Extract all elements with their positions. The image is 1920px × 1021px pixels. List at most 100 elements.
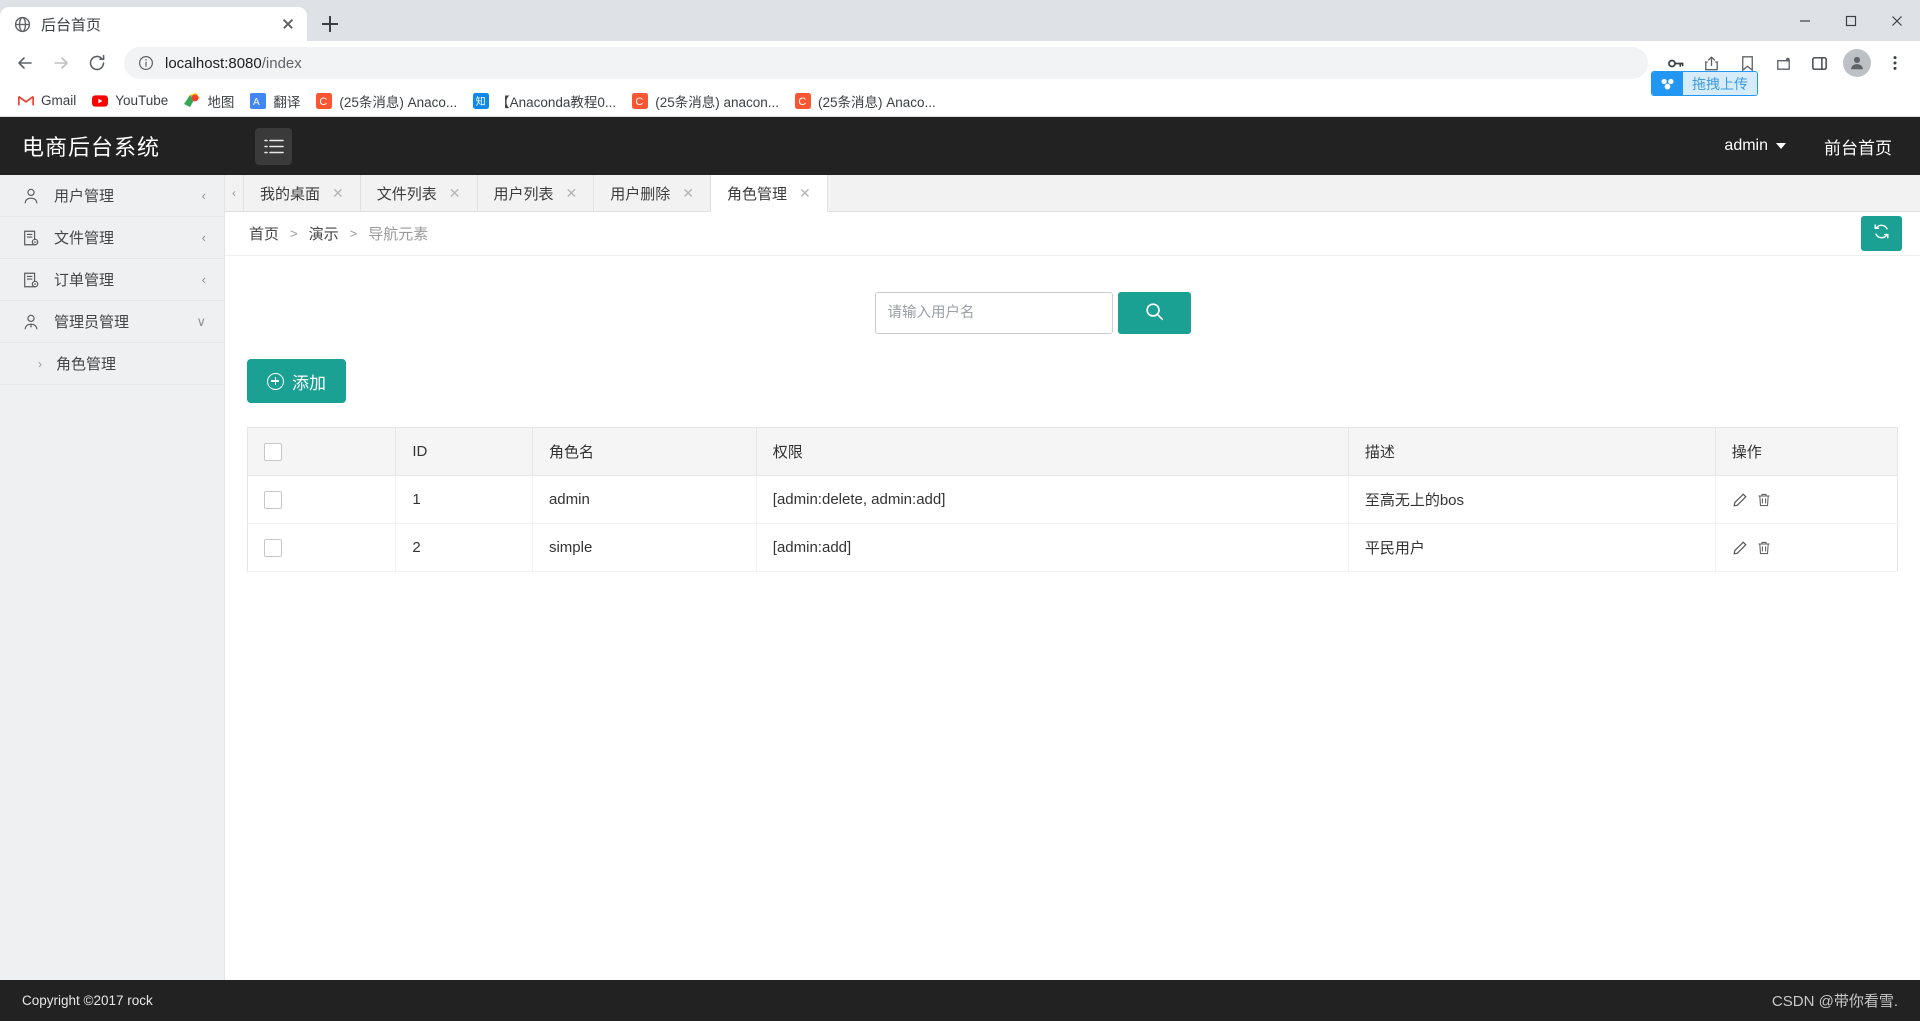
tab-label: 用户列表 bbox=[493, 185, 554, 203]
sidebar-item-user-management[interactable]: 用户管理 ‹ bbox=[0, 175, 224, 217]
plus-circle-icon bbox=[267, 372, 284, 390]
sidebar-subitem-role-management[interactable]: › 角色管理 bbox=[0, 343, 224, 385]
refresh-button[interactable] bbox=[1861, 216, 1902, 251]
tab-user-delete[interactable]: 用户删除 ✕ bbox=[594, 175, 711, 211]
extensions-icon[interactable] bbox=[1766, 46, 1800, 80]
user-icon bbox=[22, 187, 40, 205]
order-icon bbox=[22, 271, 40, 289]
chevron-down-icon bbox=[1776, 143, 1786, 149]
add-button[interactable]: 添加 bbox=[247, 359, 346, 403]
app-brand-title: 电商后台系统 bbox=[22, 135, 161, 160]
row-checkbox[interactable] bbox=[264, 490, 282, 509]
bookmark-item[interactable]: Gmail bbox=[10, 89, 84, 113]
th-role-name: 角色名 bbox=[532, 427, 757, 476]
tab-close-icon[interactable]: ✕ bbox=[566, 186, 578, 200]
sidebar-item-file-management[interactable]: 文件管理 ‹ bbox=[0, 217, 224, 259]
address-bar[interactable]: localhost:8080/index bbox=[124, 47, 1648, 79]
new-tab-button[interactable] bbox=[313, 7, 347, 41]
bookmarks-bar: Gmail YouTube 地图 A 翻译 C (25条消息) Anaco... bbox=[0, 85, 1920, 117]
breadcrumb-item-demo[interactable]: 演示 bbox=[309, 223, 339, 244]
baidu-netdisk-icon bbox=[1652, 72, 1683, 95]
add-button-label: 添加 bbox=[292, 373, 326, 393]
address-bar-url: localhost:8080/index bbox=[165, 55, 302, 72]
bookmark-label: 翻译 bbox=[273, 94, 301, 110]
bookmark-label: (25条消息) anacon... bbox=[655, 94, 780, 110]
bookmark-item[interactable]: 知 【Anaconda教程0... bbox=[465, 87, 624, 115]
file-icon bbox=[22, 229, 40, 247]
side-panel-icon[interactable] bbox=[1802, 46, 1836, 80]
sidebar-subitem-label: 角色管理 bbox=[56, 356, 117, 373]
bookmark-item[interactable]: A 翻译 bbox=[242, 87, 308, 115]
search-button[interactable] bbox=[1117, 292, 1191, 334]
search-row bbox=[247, 256, 1898, 334]
sidebar-item-admin-management[interactable]: 管理员管理 ∨ bbox=[0, 301, 224, 343]
tab-my-desktop[interactable]: 我的桌面 ✕ bbox=[244, 175, 361, 211]
bookmark-item[interactable]: C (25条消息) Anaco... bbox=[308, 87, 465, 115]
minimize-icon[interactable] bbox=[1782, 0, 1828, 41]
pencil-icon[interactable] bbox=[1732, 492, 1748, 508]
reload-icon[interactable] bbox=[80, 46, 114, 80]
search-input[interactable] bbox=[874, 292, 1113, 334]
breadcrumb: 首页 > 演示 > 导航元素 bbox=[249, 223, 428, 244]
row-actions bbox=[1732, 492, 1881, 508]
tab-label: 用户删除 bbox=[610, 185, 671, 203]
row-checkbox[interactable] bbox=[264, 538, 282, 557]
select-all-checkbox[interactable] bbox=[264, 442, 282, 461]
user-menu[interactable]: admin bbox=[1724, 137, 1786, 155]
maximize-icon[interactable] bbox=[1828, 0, 1874, 41]
pencil-icon[interactable] bbox=[1732, 540, 1748, 556]
tab-close-icon[interactable]: ✕ bbox=[799, 186, 811, 200]
table-header-row: ID 角色名 权限 描述 操作 bbox=[247, 427, 1898, 476]
tab-scroll-left-icon[interactable]: ‹ bbox=[225, 175, 244, 211]
th-id: ID bbox=[395, 427, 533, 476]
arrow-left-icon[interactable] bbox=[8, 46, 42, 80]
cell-operations bbox=[1715, 523, 1898, 572]
tab-role-management[interactable]: 角色管理 ✕ bbox=[711, 175, 828, 212]
cell-description: 平民用户 bbox=[1348, 523, 1716, 572]
trash-icon[interactable] bbox=[1756, 540, 1772, 556]
trash-icon[interactable] bbox=[1756, 492, 1772, 508]
sidebar-item-order-management[interactable]: 订单管理 ‹ bbox=[0, 259, 224, 301]
breadcrumb-item-home[interactable]: 首页 bbox=[249, 223, 279, 244]
app-header-actions: admin 前台首页 bbox=[1724, 134, 1920, 159]
profile-avatar-icon[interactable] bbox=[1843, 49, 1871, 77]
browser-toolbar: localhost:8080/index 拖拽上传 bbox=[0, 41, 1920, 96]
google-translate-icon: A bbox=[250, 92, 267, 109]
tab-file-list[interactable]: 文件列表 ✕ bbox=[361, 175, 478, 211]
csdn-icon: C bbox=[632, 92, 649, 109]
admin-user-icon bbox=[22, 313, 40, 331]
tab-close-icon[interactable]: ✕ bbox=[682, 186, 694, 200]
arrow-right-icon[interactable] bbox=[44, 46, 78, 80]
close-icon[interactable] bbox=[279, 15, 297, 33]
tab-close-icon[interactable]: ✕ bbox=[332, 186, 344, 200]
front-page-link[interactable]: 前台首页 bbox=[1824, 134, 1892, 159]
cell-role-name: simple bbox=[532, 523, 757, 572]
chevron-right-icon: › bbox=[38, 356, 42, 371]
globe-icon bbox=[14, 16, 31, 33]
browser-tab[interactable]: 后台首页 bbox=[0, 7, 307, 41]
info-circle-icon[interactable] bbox=[138, 55, 154, 71]
tab-user-list[interactable]: 用户列表 ✕ bbox=[478, 175, 595, 211]
tab-label: 文件列表 bbox=[376, 185, 437, 203]
sidebar-toggle-button[interactable] bbox=[255, 127, 292, 165]
google-maps-icon bbox=[184, 92, 201, 109]
app-footer: Copyright ©2017 rock CSDN @带你看雪. bbox=[0, 980, 1920, 1021]
bookmark-label: Gmail bbox=[41, 93, 77, 108]
bookmark-item[interactable]: YouTube bbox=[84, 89, 176, 113]
svg-text:C: C bbox=[798, 96, 806, 108]
search-icon bbox=[1144, 301, 1165, 325]
row-actions bbox=[1732, 540, 1881, 556]
three-dot-menu-icon[interactable] bbox=[1878, 46, 1912, 80]
roles-table: ID 角色名 权限 描述 操作 1 admin [admin:delete, a… bbox=[247, 427, 1898, 572]
browser-tab-strip: 后台首页 bbox=[0, 0, 1920, 41]
drag-upload-pill[interactable]: 拖拽上传 bbox=[1651, 71, 1758, 96]
bookmark-item[interactable]: 地图 bbox=[176, 87, 242, 115]
role-management-panel: 添加 ID 角色名 权限 描述 bbox=[225, 256, 1920, 980]
sidebar-item-label: 管理员管理 bbox=[54, 314, 130, 331]
window-close-icon[interactable] bbox=[1874, 0, 1920, 41]
tab-label: 我的桌面 bbox=[260, 185, 321, 203]
tab-close-icon[interactable]: ✕ bbox=[449, 186, 461, 200]
breadcrumb-item-current: 导航元素 bbox=[368, 226, 429, 243]
bookmark-item[interactable]: C (25条消息) Anaco... bbox=[787, 87, 944, 115]
bookmark-item[interactable]: C (25条消息) anacon... bbox=[624, 87, 787, 115]
